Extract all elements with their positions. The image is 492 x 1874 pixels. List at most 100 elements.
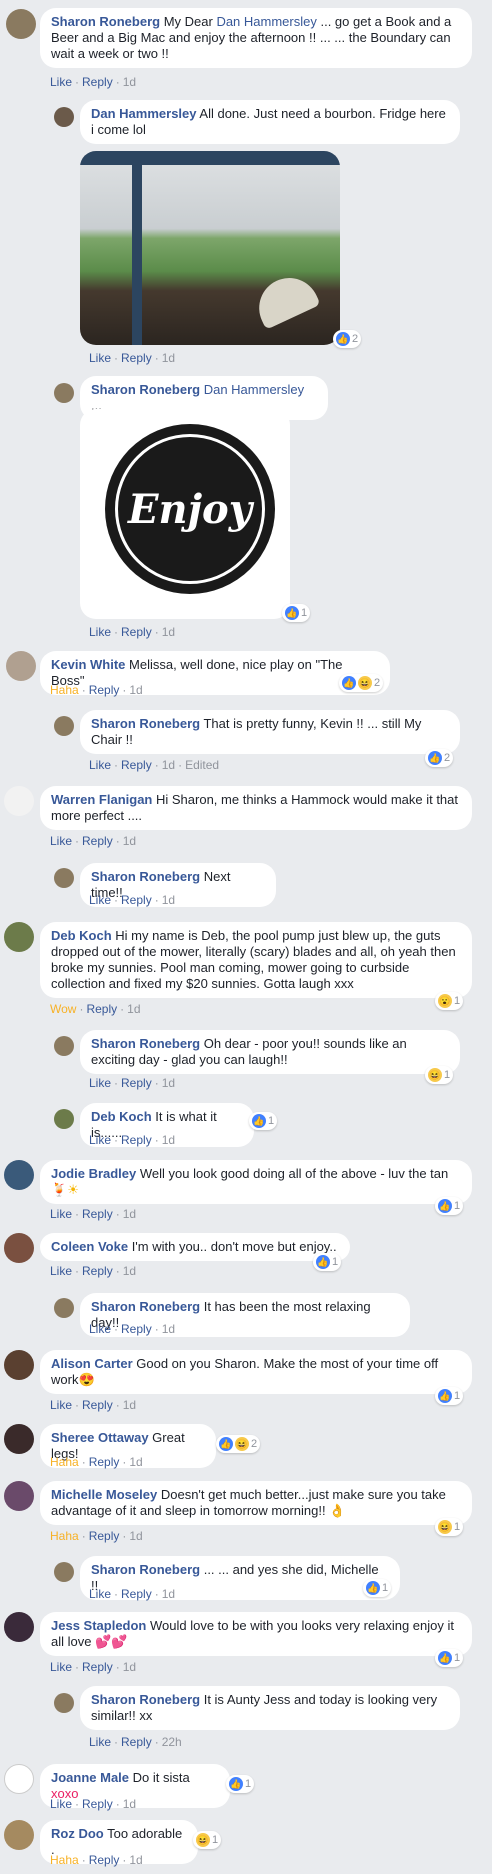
reaction-count[interactable]: 👍 1 [435, 1649, 464, 1667]
reaction-count[interactable]: 👍 2 [425, 749, 454, 767]
reply-button[interactable]: Reply [121, 351, 152, 365]
like-button[interactable]: Like [89, 1133, 111, 1147]
timestamp[interactable]: 1d [129, 683, 142, 697]
reply-button[interactable]: Reply [121, 1076, 152, 1090]
comment-author[interactable]: Sharon Roneberg [91, 1562, 200, 1577]
avatar[interactable] [4, 786, 34, 816]
timestamp[interactable]: 1d [123, 1797, 136, 1811]
timestamp[interactable]: 1d [162, 1587, 175, 1601]
reply-button[interactable]: Reply [82, 1207, 113, 1221]
comment-author[interactable]: Sharon Roneberg [91, 1692, 200, 1707]
comment-author[interactable]: Deb Koch [51, 928, 112, 943]
haha-button[interactable]: Haha [50, 1529, 79, 1543]
timestamp[interactable]: 1d [123, 1264, 136, 1278]
like-button[interactable]: Like [50, 1660, 72, 1674]
reaction-count[interactable]: 😆 1 [193, 1831, 222, 1849]
timestamp[interactable]: 1d [129, 1529, 142, 1543]
like-button[interactable]: Like [89, 625, 111, 639]
reaction-count[interactable]: 😆 1 [425, 1066, 454, 1084]
reaction-count[interactable]: 👍 1 [226, 1775, 255, 1793]
mention-link[interactable]: Dan Hammersley [204, 382, 304, 397]
haha-button[interactable]: Haha [50, 1853, 79, 1867]
like-button[interactable]: Like [89, 893, 111, 907]
comment-author[interactable]: Sharon Roneberg [91, 869, 200, 884]
reaction-count[interactable]: 👍 😆 2 [216, 1435, 261, 1453]
avatar[interactable] [4, 922, 34, 952]
reply-button[interactable]: Reply [89, 1455, 120, 1469]
reply-button[interactable]: Reply [82, 1660, 113, 1674]
comment-author[interactable]: Joanne Male [51, 1770, 129, 1785]
like-button[interactable]: Like [89, 351, 111, 365]
reply-button[interactable]: Reply [82, 75, 113, 89]
avatar[interactable] [54, 107, 74, 127]
like-button[interactable]: Like [50, 834, 72, 848]
comment-author[interactable]: Michelle Moseley [51, 1487, 157, 1502]
timestamp[interactable]: 1d [162, 1133, 175, 1147]
reaction-count[interactable]: 👍 1 [435, 1197, 464, 1215]
reply-button[interactable]: Reply [89, 683, 120, 697]
avatar[interactable] [54, 1109, 74, 1129]
reply-button[interactable]: Reply [121, 1322, 152, 1336]
comment-author[interactable]: Roz Doo [51, 1826, 104, 1841]
comment-author[interactable]: Coleen Voke [51, 1239, 128, 1254]
avatar[interactable] [6, 9, 36, 39]
reaction-count[interactable]: 👍 1 [435, 1387, 464, 1405]
like-button[interactable]: Like [50, 1264, 72, 1278]
avatar[interactable] [4, 1764, 34, 1794]
avatar[interactable] [54, 1693, 74, 1713]
avatar[interactable] [54, 716, 74, 736]
avatar[interactable] [4, 1233, 34, 1263]
reaction-count[interactable]: 😆 1 [435, 1518, 464, 1536]
reaction-count[interactable]: 👍 😆 2 [339, 674, 384, 692]
comment-author[interactable]: Deb Koch [91, 1109, 152, 1124]
like-button[interactable]: Like [50, 1398, 72, 1412]
timestamp[interactable]: 1d [162, 1322, 175, 1336]
timestamp[interactable]: 1d [123, 834, 136, 848]
timestamp[interactable]: 1d [162, 351, 175, 365]
reply-button[interactable]: Reply [121, 1133, 152, 1147]
comment-author[interactable]: Sheree Ottaway [51, 1430, 149, 1445]
reply-button[interactable]: Reply [82, 1797, 113, 1811]
timestamp[interactable]: 1d [162, 758, 175, 772]
comment-author[interactable]: Sharon Roneberg [91, 1299, 200, 1314]
haha-button[interactable]: Haha [50, 683, 79, 697]
edited-label[interactable]: Edited [185, 758, 219, 772]
reaction-count[interactable]: 👍 1 [249, 1112, 278, 1130]
comment-author[interactable]: Sharon Roneberg [91, 716, 200, 731]
avatar[interactable] [4, 1820, 34, 1850]
reply-button[interactable]: Reply [121, 758, 152, 772]
avatar[interactable] [4, 1424, 34, 1454]
reply-button[interactable]: Reply [89, 1853, 120, 1867]
timestamp[interactable]: 1d [123, 1207, 136, 1221]
comment-author[interactable]: Jodie Bradley [51, 1166, 136, 1181]
timestamp[interactable]: 1d [162, 893, 175, 907]
like-button[interactable]: Like [89, 1587, 111, 1601]
like-button[interactable]: Like [50, 1797, 72, 1811]
comment-author[interactable]: Jess Stapledon [51, 1618, 146, 1633]
avatar[interactable] [6, 651, 36, 681]
reaction-count[interactable]: 👍 2 [333, 330, 362, 348]
like-button[interactable]: Like [89, 758, 111, 772]
like-button[interactable]: Like [89, 1076, 111, 1090]
avatar[interactable] [4, 1160, 34, 1190]
comment-author[interactable]: Sharon Roneberg [91, 1036, 200, 1051]
comment-author[interactable]: Dan Hammersley [91, 106, 197, 121]
avatar[interactable] [54, 1036, 74, 1056]
comment-author[interactable]: Sharon Roneberg [91, 382, 200, 397]
wow-button[interactable]: Wow [50, 1002, 76, 1016]
like-button[interactable]: Like [50, 75, 72, 89]
like-button[interactable]: Like [89, 1322, 111, 1336]
timestamp[interactable]: 1d [162, 625, 175, 639]
comment-author[interactable]: Sharon Roneberg [51, 14, 160, 29]
avatar[interactable] [54, 1298, 74, 1318]
reply-button[interactable]: Reply [82, 834, 113, 848]
haha-button[interactable]: Haha [50, 1455, 79, 1469]
reaction-count[interactable]: 😮 1 [435, 992, 464, 1010]
timestamp[interactable]: 1d [129, 1853, 142, 1867]
reaction-count[interactable]: 👍 1 [313, 1253, 342, 1271]
reaction-count[interactable]: 👍 1 [282, 604, 311, 622]
reply-button[interactable]: Reply [121, 1735, 152, 1749]
comment-author[interactable]: Warren Flanigan [51, 792, 152, 807]
like-button[interactable]: Like [89, 1735, 111, 1749]
timestamp[interactable]: 1d [162, 1076, 175, 1090]
